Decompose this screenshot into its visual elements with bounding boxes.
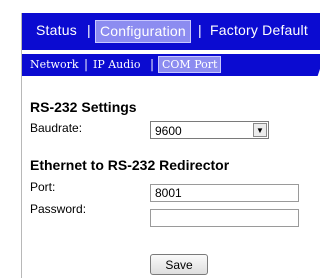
password-input[interactable] [150,209,299,227]
subtab-ip-audio[interactable]: IP Audio [93,58,140,71]
tab-status[interactable]: Status [36,22,77,38]
nav-separator: | [84,57,89,71]
subtab-network[interactable]: Network [30,58,79,71]
nav-separator: | [87,22,91,38]
config-panel: Status | Configuration | Factory Default… [21,13,320,278]
page: Status | Configuration | Factory Default… [0,0,320,278]
save-button[interactable]: Save [150,254,208,275]
baudrate-value: 9600 [155,124,182,138]
chevron-down-icon[interactable]: ▼ [253,123,267,137]
password-label: Password: [30,202,87,216]
baudrate-select[interactable]: 9600 ▼ [150,121,269,139]
port-label: Port: [30,180,56,194]
tab-factory-default[interactable]: Factory Default [210,22,308,38]
baudrate-label: Baudrate: [30,121,83,135]
port-input[interactable] [150,184,299,202]
redirector-section-title: Ethernet to RS-232 Redirector [30,157,230,173]
tab-configuration[interactable]: Configuration [95,20,191,43]
rs232-section-title: RS-232 Settings [30,99,137,115]
subtab-com-port[interactable]: COM Port [158,56,222,73]
top-nav-bar: Status | Configuration | Factory Default [22,13,320,50]
nav-separator: | [150,57,155,71]
nav-separator: | [198,22,202,38]
sub-nav-bar: Network | IP Audio | COM Port [22,54,320,76]
